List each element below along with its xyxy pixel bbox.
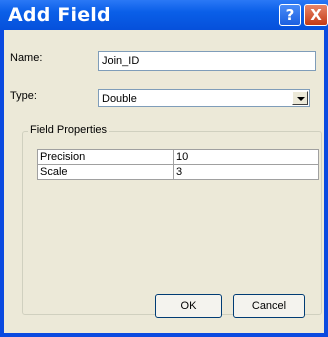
dialog-client-area: Name: Join_ID Type: Double Field Propert… <box>4 30 324 333</box>
close-button[interactable]: X <box>304 4 328 26</box>
ok-button[interactable]: OK <box>155 294 222 318</box>
property-value-cell[interactable]: 10 <box>173 149 319 165</box>
cancel-button[interactable]: Cancel <box>233 294 305 318</box>
name-label: Name: <box>10 52 43 64</box>
property-name-cell: Precision <box>37 149 174 165</box>
properties-grid: Precision 10 Scale 3 <box>37 149 319 180</box>
chevron-down-icon[interactable] <box>292 91 308 105</box>
dialog-title: Add Field <box>8 4 111 26</box>
table-row[interactable]: Precision 10 <box>37 149 319 165</box>
type-select[interactable]: Double <box>98 89 310 107</box>
property-value-cell[interactable]: 3 <box>173 164 319 180</box>
table-row[interactable]: Scale 3 <box>37 164 319 180</box>
title-bar: Add Field ? X <box>0 0 328 30</box>
type-label: Type: <box>10 90 37 102</box>
property-name-cell: Scale <box>37 164 174 180</box>
field-properties-title: Field Properties <box>28 124 110 136</box>
add-field-dialog: Add Field ? X Name: Join_ID Type: Double… <box>0 0 328 337</box>
type-select-value: Double <box>102 93 137 105</box>
help-button[interactable]: ? <box>279 4 301 26</box>
name-field[interactable]: Join_ID <box>98 51 316 71</box>
